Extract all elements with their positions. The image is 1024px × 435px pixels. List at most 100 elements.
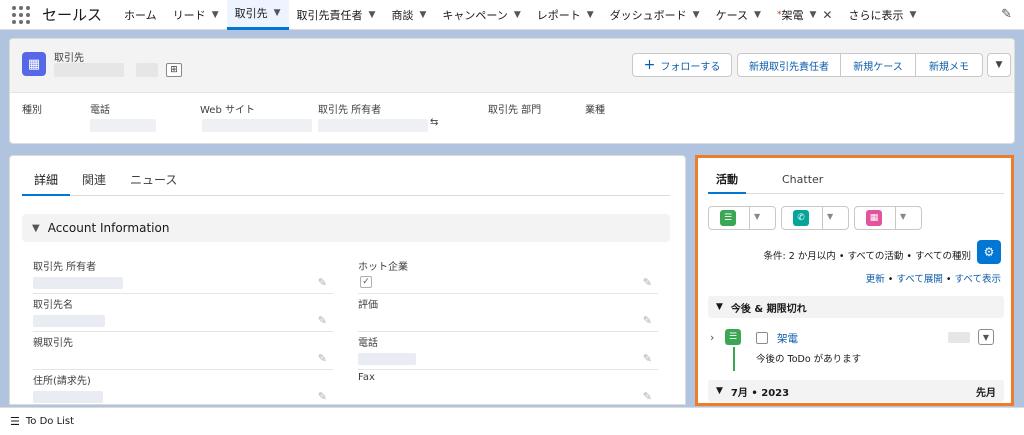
field-division-label: 取引先 部門 — [488, 105, 542, 116]
field-value[interactable] — [358, 353, 416, 365]
refresh-link[interactable]: 更新 — [866, 274, 885, 285]
activity-tab-1[interactable]: Chatter — [774, 170, 831, 194]
field-value[interactable] — [33, 315, 105, 327]
detail-panel: 詳細 関連 ニュース ▼ Account Information 取引先 所有者 ✎ 取… — [9, 155, 686, 405]
gear-icon[interactable]: ⚙ — [977, 240, 1001, 264]
nav-tab-0[interactable]: ホーム — [116, 0, 165, 30]
caret-down-icon[interactable]: ▼ — [900, 212, 906, 221]
field-value[interactable] — [33, 277, 123, 289]
follow-button[interactable]: + フォローする — [632, 53, 732, 77]
detail-tabs: 詳細 関連 ニュース — [22, 170, 670, 196]
field-value[interactable] — [33, 391, 103, 403]
chevron-down-icon[interactable]: ▼ — [514, 10, 521, 20]
calendar-icon: ▦ — [866, 210, 882, 226]
nav-tab-label: 取引先責任者 — [296, 8, 363, 22]
section-account-information[interactable]: ▼ Account Information — [22, 214, 670, 242]
hot-checkbox[interactable]: ✓ — [360, 276, 372, 288]
month-title: 7月 • 2023 — [730, 387, 790, 399]
detail-tab-1[interactable]: 関連 — [70, 170, 118, 196]
nav-tab-7[interactable]: ダッシュボード ▼ — [602, 0, 708, 30]
activity-tab-0[interactable]: 活動 — [708, 170, 746, 194]
new-contact-button[interactable]: 新規取引先責任者 — [737, 53, 841, 77]
field-label: Fax — [358, 372, 375, 383]
workspace-tab-call[interactable]: * 架電 ▼ ✕ — [769, 0, 840, 30]
log-call-button[interactable]: ✆ ▼ — [781, 206, 849, 230]
pencil-icon[interactable]: ✎ — [643, 276, 652, 289]
left-field-3: 住所(請求先) ✎ — [33, 372, 333, 404]
view-all-link[interactable]: すべて表示 — [955, 274, 1001, 285]
field-type-label: 種別 — [22, 105, 42, 116]
todo-list-icon: ☰ — [10, 415, 20, 428]
nav-tab-6[interactable]: レポート ▼ — [529, 0, 602, 30]
upcoming-overdue-header[interactable]: ▼ 今後 & 期限切れ — [708, 296, 1004, 318]
field-label: 取引先 所有者 — [33, 262, 97, 273]
chevron-down-icon[interactable]: ▼ — [809, 10, 816, 20]
task-menu-button[interactable]: ▼ — [978, 329, 994, 345]
todo-list-button[interactable]: To Do List — [26, 416, 74, 427]
follow-label: フォローする — [660, 61, 721, 73]
edit-nav-icon[interactable]: ✎ — [1001, 7, 1012, 22]
account-name-suffix — [136, 63, 158, 77]
field-label: 取引先名 — [33, 300, 73, 311]
account-icon: ▦ — [22, 52, 46, 76]
field-website-value[interactable] — [202, 119, 312, 132]
caret-down-icon[interactable]: ▼ — [754, 212, 760, 221]
app-launcher-icon[interactable] — [12, 5, 30, 24]
activity-links: 更新 • すべて展開 • すべて表示 — [866, 271, 1001, 285]
new-note-button[interactable]: 新規メモ — [915, 53, 983, 77]
change-owner-icon[interactable]: ⇆ — [430, 117, 438, 128]
pencil-icon[interactable]: ✎ — [318, 276, 327, 289]
more-tabs-menu[interactable]: さらに表示 ▼ — [840, 0, 924, 30]
field-owner-value[interactable] — [318, 119, 428, 132]
chevron-right-icon[interactable]: › — [710, 331, 714, 344]
new-case-button[interactable]: 新規ケース — [840, 53, 916, 77]
group-title: 今後 & 期限切れ — [730, 303, 807, 315]
month-relative-label: 先月 — [976, 387, 996, 399]
hierarchy-icon[interactable]: ⊞ — [166, 63, 182, 77]
chevron-down-icon[interactable]: ▼ — [587, 10, 594, 20]
expand-all-link[interactable]: すべて展開 — [896, 274, 942, 285]
field-phone-value[interactable] — [90, 119, 156, 132]
chevron-down-icon[interactable]: ▼ — [369, 10, 376, 20]
chevron-down-icon[interactable]: ▼ — [274, 8, 281, 18]
pencil-icon[interactable]: ✎ — [318, 390, 327, 403]
nav-tab-5[interactable]: キャンペーン ▼ — [434, 0, 528, 30]
nav-tab-8[interactable]: ケース ▼ — [708, 0, 769, 30]
pencil-icon[interactable]: ✎ — [318, 314, 327, 327]
new-event-button[interactable]: ▦ ▼ — [854, 206, 922, 230]
task-checkbox[interactable] — [756, 332, 768, 344]
pencil-icon[interactable]: ✎ — [643, 390, 652, 403]
task-icon: ☰ — [720, 210, 736, 226]
field-industry-label: 業種 — [585, 105, 605, 116]
chevron-down-icon[interactable]: ▼ — [754, 10, 761, 20]
chevron-down-icon[interactable]: ▼ — [419, 10, 426, 20]
chevron-down-icon[interactable]: ▼ — [212, 10, 219, 20]
nav-tab-2[interactable]: 取引先 ▼ — [226, 0, 289, 30]
task-title-link[interactable]: 架電 — [777, 331, 798, 346]
nav-tab-3[interactable]: 取引先責任者 ▼ — [289, 0, 384, 30]
close-icon[interactable]: ✕ — [822, 8, 832, 22]
chevron-down-icon[interactable]: ▼ — [693, 10, 700, 20]
pencil-icon[interactable]: ✎ — [318, 352, 327, 365]
field-label: 電話 — [358, 338, 378, 349]
right-field-2: 電話 ✎ — [358, 334, 658, 370]
field-label: 住所(請求先) — [33, 376, 91, 387]
nav-tab-1[interactable]: リード ▼ — [165, 0, 227, 30]
pencil-icon[interactable]: ✎ — [643, 314, 652, 327]
detail-tab-0[interactable]: 詳細 — [22, 170, 71, 196]
detail-tab-2[interactable]: ニュース — [118, 170, 189, 196]
object-label: 取引先 — [54, 53, 84, 64]
nav-tab-4[interactable]: 商談 ▼ — [383, 0, 434, 30]
left-field-0: 取引先 所有者 ✎ — [33, 258, 333, 294]
chevron-down-icon: ▼ — [716, 386, 723, 396]
field-website-label: Web サイト — [200, 105, 255, 116]
task-icon: ☰ — [725, 329, 741, 345]
chevron-down-icon: ▼ — [716, 302, 723, 312]
nav-tab-label: リード — [172, 8, 206, 22]
month-header[interactable]: ▼ 7月 • 2023 先月 — [708, 380, 1004, 402]
new-task-button[interactable]: ☰ ▼ — [708, 206, 776, 230]
caret-down-icon[interactable]: ▼ — [827, 212, 833, 221]
pencil-icon[interactable]: ✎ — [643, 352, 652, 365]
nav-tab-label: ケース — [715, 8, 749, 22]
more-actions-button[interactable]: ▼ — [987, 53, 1011, 77]
